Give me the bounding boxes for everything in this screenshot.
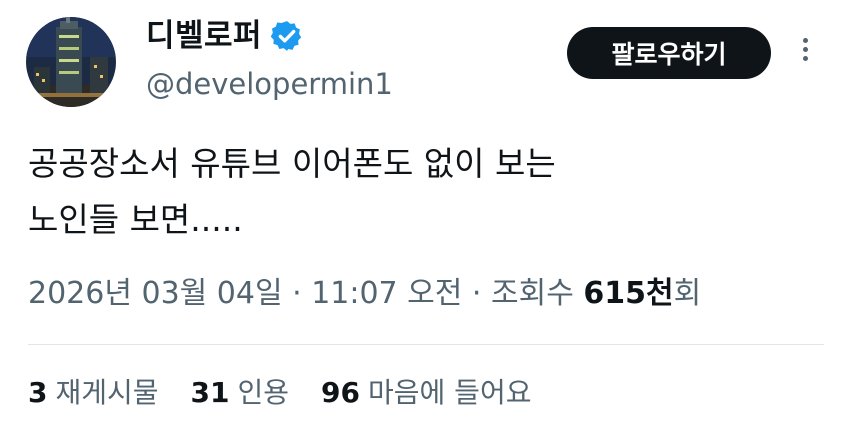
follow-button[interactable]: 팔로우하기: [567, 27, 771, 79]
reposts-label: 재게시물: [55, 376, 159, 409]
tweet-text-line: 공공장소서 유튜브 이어폰도 없이 보는: [28, 144, 556, 183]
views-count: 615천: [583, 276, 674, 311]
divider: [28, 344, 824, 345]
reposts-count: 3: [28, 376, 48, 409]
more-dots-vertical-icon[interactable]: [794, 34, 816, 74]
views-suffix: 회: [673, 276, 702, 311]
avatar-image: [26, 17, 116, 107]
likes-count: 96: [321, 376, 360, 409]
quotes-label: 인용: [237, 376, 290, 409]
reposts-stat[interactable]: 3 재게시물: [28, 371, 159, 415]
tweet-text: 공공장소서 유튜브 이어폰도 없이 보는 노인들 보면.....: [28, 136, 828, 248]
tweet-meta: 2026년 03월 04일 · 11:07 오전 · 조회수 615천회: [28, 271, 701, 317]
likes-label: 마음에 들어요: [368, 376, 532, 409]
tweet-time-link[interactable]: 11:07 오전: [311, 276, 462, 311]
meta-separator: ·: [282, 276, 312, 311]
author-handle[interactable]: @developermin1: [146, 65, 393, 103]
author-display-name[interactable]: 디벨로퍼: [146, 16, 262, 56]
tweet-date-link[interactable]: 2026년 03월 04일: [28, 276, 283, 311]
meta-separator: ·: [462, 276, 491, 311]
avatar[interactable]: [26, 17, 116, 107]
tweet-text-line: 노인들 보면.....: [28, 200, 243, 239]
tweet-stats: 3 재게시물 31 인용 96 마음에 들어요: [28, 371, 563, 415]
quotes-stat[interactable]: 31 인용: [191, 371, 290, 415]
views-label: 조회수: [491, 276, 574, 311]
verified-badge-icon: [270, 21, 302, 51]
likes-stat[interactable]: 96 마음에 들어요: [321, 371, 531, 415]
author-name-row: 디벨로퍼: [146, 16, 304, 56]
quotes-count: 31: [190, 376, 230, 409]
